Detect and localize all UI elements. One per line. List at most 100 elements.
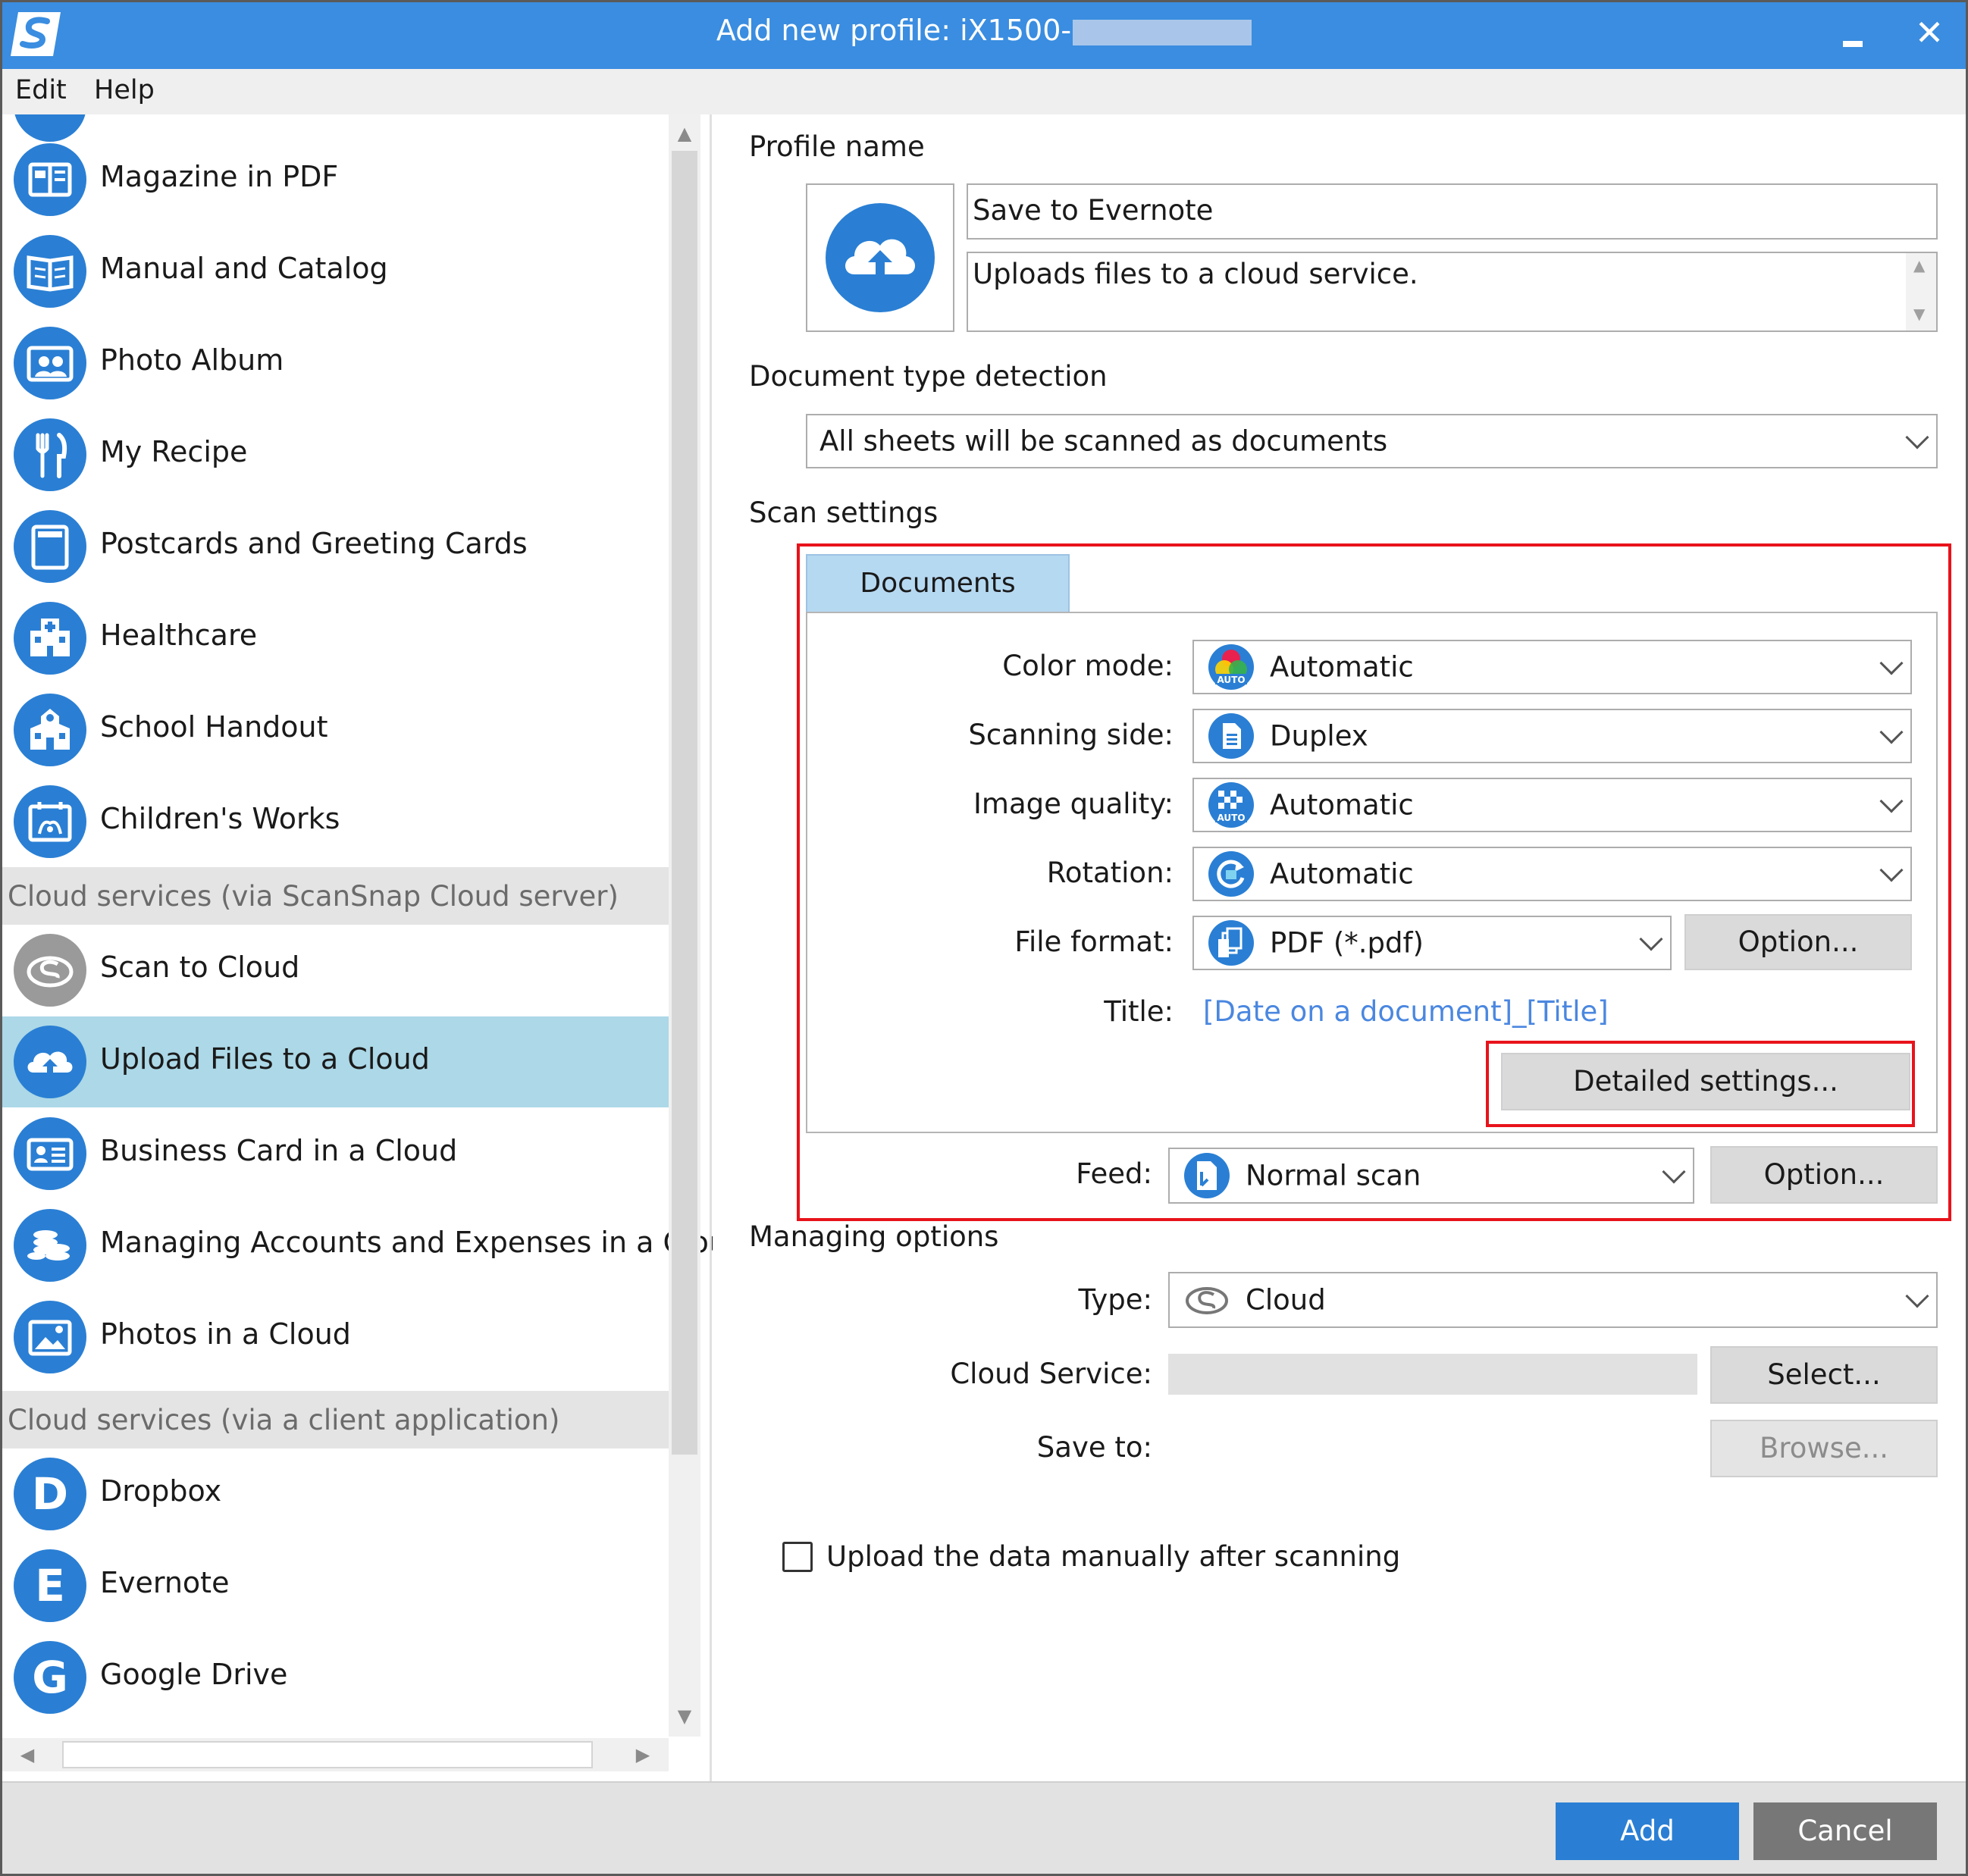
document-type-select[interactable]: All sheets will be scanned as documents bbox=[806, 414, 1938, 468]
list-item-label: Scan to Cloud bbox=[100, 951, 300, 984]
cloud-service-select-button[interactable]: Select... bbox=[1710, 1346, 1938, 1404]
list-item-label: Manual and Catalog bbox=[100, 252, 388, 285]
duplex-icon bbox=[1208, 713, 1254, 759]
list-item-label: Children's Works bbox=[100, 802, 340, 835]
list-item-healthcare[interactable]: Healthcare bbox=[0, 593, 669, 684]
menu-bar: Edit Help bbox=[0, 69, 1968, 114]
list-item-label: Photos in a Cloud bbox=[100, 1317, 351, 1351]
chevron-down-icon bbox=[1879, 789, 1904, 813]
list-item-photo-album[interactable]: Photo Album bbox=[0, 318, 669, 409]
list-item-label: Google Drive bbox=[100, 1658, 288, 1691]
color-mode-label: Color mode: bbox=[1002, 650, 1174, 682]
type-label: Type: bbox=[1078, 1283, 1152, 1316]
list-item-magazine-in-pdf[interactable]: Magazine in PDF bbox=[0, 134, 669, 225]
list-horizontal-scrollbar[interactable]: ◀ ▶ bbox=[0, 1738, 669, 1771]
panel-divider bbox=[710, 114, 712, 1781]
feed-select[interactable]: Normal scan bbox=[1168, 1148, 1694, 1204]
list-vertical-scrollbar[interactable]: ▲ ▼ bbox=[669, 114, 700, 1737]
rotation-label: Rotation: bbox=[1046, 857, 1174, 889]
list-item-manual-and-catalog[interactable]: Manual and Catalog bbox=[0, 226, 669, 317]
scroll-down-arrow-icon[interactable]: ▼ bbox=[669, 1700, 700, 1732]
save-to-label: Save to: bbox=[1036, 1431, 1152, 1464]
image-quality-label: Image quality: bbox=[973, 788, 1174, 820]
list-group-header-client-app: Cloud services (via a client application… bbox=[0, 1391, 669, 1448]
list-item-label: Business Card in a Cloud bbox=[100, 1134, 458, 1167]
scan-to-cloud-icon bbox=[14, 934, 86, 1007]
list-item-google-drive[interactable]: G Google Drive bbox=[0, 1632, 669, 1723]
normal-scan-icon bbox=[1184, 1153, 1230, 1198]
menu-edit[interactable]: Edit bbox=[15, 75, 67, 105]
chevron-down-icon bbox=[1905, 1284, 1929, 1308]
feed-option-button[interactable]: Option... bbox=[1710, 1146, 1938, 1204]
list-item-upload-files-to-a-cloud[interactable]: Upload Files to a Cloud bbox=[0, 1016, 669, 1107]
profile-name-field[interactable]: Save to Evernote bbox=[967, 183, 1938, 240]
scan-settings-label: Scan settings bbox=[749, 496, 939, 529]
chevron-down-icon bbox=[1639, 927, 1663, 951]
horizontal-scroll-thumb[interactable] bbox=[62, 1741, 593, 1768]
list-item-label: Magazine in PDF bbox=[100, 160, 339, 193]
upload-manually-checkbox[interactable] bbox=[782, 1542, 813, 1572]
list-item-dropbox[interactable]: D Dropbox bbox=[0, 1448, 669, 1539]
profile-description-field[interactable]: Uploads files to a cloud service. ▲ ▼ bbox=[967, 252, 1938, 332]
google-drive-icon: G bbox=[14, 1641, 86, 1714]
list-item-school-handout[interactable]: School Handout bbox=[0, 684, 669, 775]
title-label: Title: bbox=[1104, 995, 1174, 1028]
scroll-down-arrow-icon[interactable]: ▼ bbox=[1913, 305, 1925, 323]
file-format-select[interactable]: PDF (*.pdf) bbox=[1192, 916, 1672, 970]
managing-type-select[interactable]: Cloud bbox=[1168, 1272, 1938, 1328]
rotation-select[interactable]: Automatic bbox=[1192, 847, 1912, 901]
cancel-button[interactable]: Cancel bbox=[1753, 1802, 1937, 1860]
list-item-evernote[interactable]: E Evernote bbox=[0, 1540, 669, 1631]
list-item-photos-in-a-cloud[interactable]: Photos in a Cloud bbox=[0, 1292, 669, 1383]
description-scrollbar[interactable]: ▲ ▼ bbox=[1906, 253, 1936, 330]
scroll-up-arrow-icon[interactable]: ▲ bbox=[669, 117, 700, 149]
list-item-label: Upload Files to a Cloud bbox=[100, 1042, 430, 1076]
detailed-settings-button[interactable]: Detailed settings... bbox=[1501, 1053, 1910, 1110]
add-button[interactable]: Add bbox=[1556, 1802, 1739, 1860]
vertical-scroll-thumb[interactable] bbox=[672, 151, 697, 1455]
cloud-service-field bbox=[1168, 1354, 1697, 1395]
close-icon[interactable]: ✕ bbox=[1910, 14, 1948, 52]
scroll-left-arrow-icon[interactable]: ◀ bbox=[11, 1738, 44, 1771]
photos-cloud-icon bbox=[14, 1301, 86, 1373]
file-format-label: File format: bbox=[1014, 925, 1174, 958]
profile-icon-button[interactable] bbox=[806, 183, 954, 332]
pdf-file-icon bbox=[1208, 920, 1254, 966]
list-item-business-card-in-a-cloud[interactable]: Business Card in a Cloud bbox=[0, 1108, 669, 1199]
recipe-icon bbox=[14, 418, 86, 491]
minimize-icon[interactable] bbox=[1839, 15, 1869, 53]
rotation-icon bbox=[1208, 851, 1254, 897]
feed-label: Feed: bbox=[1076, 1157, 1152, 1190]
postcard-icon bbox=[14, 510, 86, 583]
list-item-managing-accounts-and-expenses[interactable]: Managing Accounts and Expenses in a Clou bbox=[0, 1200, 713, 1291]
photo-album-icon bbox=[14, 327, 86, 399]
tab-documents[interactable]: Documents bbox=[806, 554, 1070, 613]
color-mode-select[interactable]: AUTO Automatic bbox=[1192, 640, 1912, 694]
list-item-postcards[interactable]: Postcards and Greeting Cards bbox=[0, 501, 669, 592]
chevron-down-icon bbox=[1905, 425, 1929, 449]
scroll-right-arrow-icon[interactable]: ▶ bbox=[626, 1738, 660, 1771]
scanning-side-select[interactable]: Duplex bbox=[1192, 709, 1912, 763]
browse-button[interactable]: Browse... bbox=[1710, 1420, 1938, 1477]
list-group-header-cloud-server: Cloud services (via ScanSnap Cloud serve… bbox=[0, 867, 669, 925]
svg-text:D: D bbox=[32, 1468, 68, 1520]
upload-manually-label: Upload the data manually after scanning bbox=[826, 1540, 1401, 1573]
list-item-label: My Recipe bbox=[100, 435, 248, 468]
list-item-label: Healthcare bbox=[100, 619, 258, 652]
file-title-link[interactable]: [Date on a document]_[Title] bbox=[1203, 995, 1609, 1028]
list-item-scan-to-cloud[interactable]: Scan to Cloud bbox=[0, 925, 669, 1016]
list-item-my-recipe[interactable]: My Recipe bbox=[0, 409, 669, 500]
list-item-label: Photo Album bbox=[100, 343, 284, 377]
image-quality-select[interactable]: AUTO Automatic bbox=[1192, 778, 1912, 832]
scanning-side-label: Scanning side: bbox=[968, 719, 1174, 751]
scroll-up-arrow-icon[interactable]: ▲ bbox=[1913, 256, 1925, 274]
evernote-icon: E bbox=[14, 1549, 86, 1622]
svg-text:E: E bbox=[35, 1560, 65, 1611]
cloud-upload-icon bbox=[14, 1026, 86, 1098]
list-item-label: Postcards and Greeting Cards bbox=[100, 527, 528, 560]
chevron-down-icon bbox=[1879, 858, 1904, 882]
list-item-childrens-works[interactable]: Children's Works bbox=[0, 776, 669, 867]
file-format-option-button[interactable]: Option... bbox=[1684, 914, 1912, 970]
menu-help[interactable]: Help bbox=[94, 75, 155, 105]
cloud-service-icon bbox=[1186, 1287, 1228, 1314]
